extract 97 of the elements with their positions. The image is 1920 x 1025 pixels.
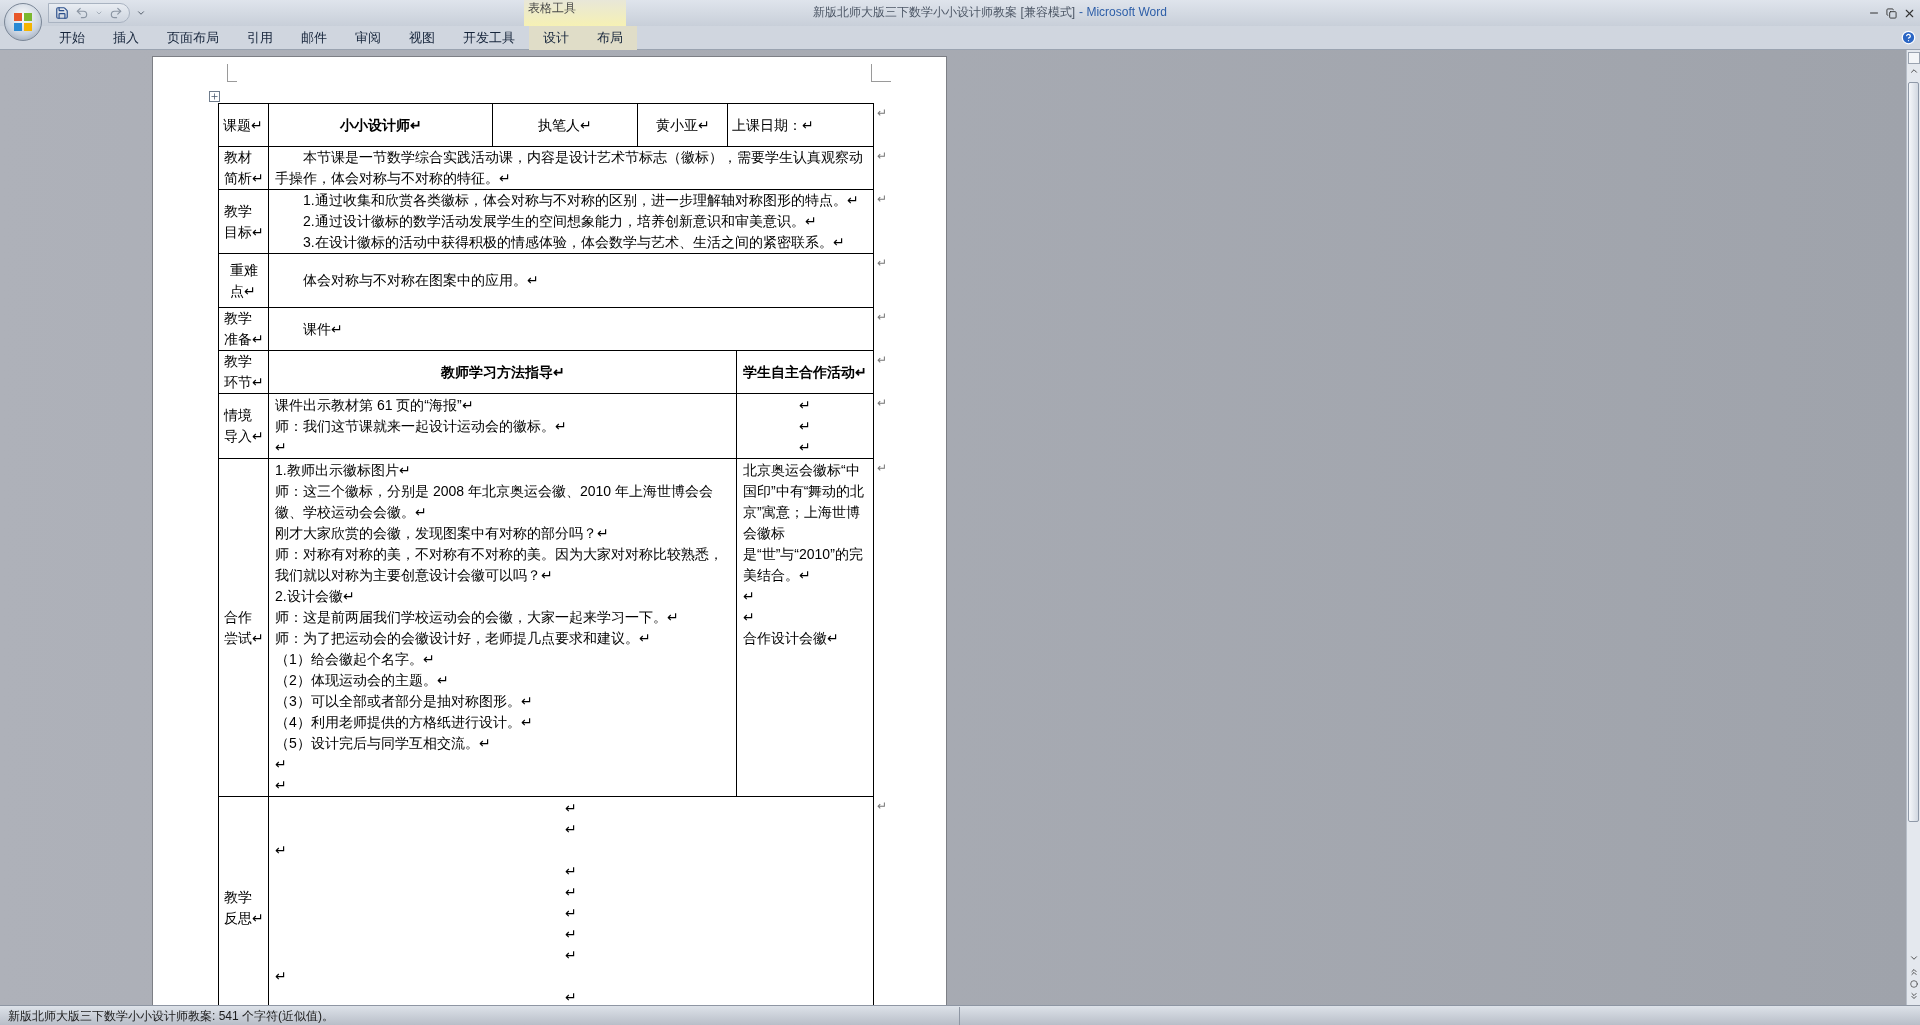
paragraph-text: 课件↵ [302,319,344,339]
paragraph-text: 体会对称与不对称在图案中的应用。↵ [302,271,540,290]
row-label: 教学 目标↵ [223,201,264,242]
row-label: 重难 点↵ [229,260,258,301]
paragraph-text: ↵ [564,862,578,881]
paragraph-text: 1.通过收集和欣赏各类徽标，体会对称与不对称的区别，进一步理解轴对称图形的特点。↵ [302,191,860,210]
paragraph-text: 合作设计会徽↵ [743,629,840,648]
paragraph-text: 1.教师出示徽标图片↵ [275,461,412,480]
row-label: 教材 简析↵ [223,148,264,188]
paragraph-text: ↵ [275,776,288,795]
end-of-row-mark: ↵ [877,148,887,165]
paragraph-text: （3）可以全部或者部分是抽对称图形。↵ [275,692,534,711]
application-name: - Microsoft Word [1079,4,1167,20]
next-page-icon[interactable] [1908,991,1919,1001]
browse-object-icon[interactable] [1909,980,1918,988]
paragraph-text: 刚才大家欣赏的会徽，发现图案中有对称的部分吗？↵ [275,524,610,543]
ruler-toggle[interactable] [1907,52,1920,64]
ribbon-tab[interactable]: 邮件 [287,25,341,50]
paragraph-text: ↵ [564,925,578,944]
ribbon-tab[interactable]: 审阅 [341,25,395,50]
paragraph-text: ↵ [798,396,812,415]
paragraph-text: 师：对称有对称的美，不对称有不对称的美。因为大家对对称比较熟悉，我们就以对称为主要创意设计会徽可以吗？↵ [275,545,724,585]
paragraph-text: （2）体现运动会的主题。↵ [275,671,450,690]
paragraph-text: ↵ [275,438,288,457]
paragraph-text: 师：这是前两届我们学校运动会的会徽，大家一起来学习一下。↵ [275,608,680,627]
end-of-row-mark: ↵ [877,105,887,122]
customize-toolbar-icon[interactable] [136,8,146,18]
paragraph-text: 教师学习方法指导↵ [439,362,566,382]
ribbon-tab[interactable]: 布局 [583,25,637,50]
end-of-row-mark: ↵ [877,255,887,272]
paragraph-text: 学生自主合作活动↵ [743,362,867,382]
caret-icon[interactable] [95,9,103,17]
ribbon-tab[interactable]: 开始 [45,25,99,50]
row-label: 情境 导入↵ [223,406,264,446]
contextual-group-label: 表格工具 [528,0,576,16]
office-logo-icon [13,12,33,32]
paragraph-text: 2.设计会徽↵ [275,587,356,606]
row-label: 教学 环节↵ [223,352,264,392]
paragraph-text: ↵ [564,820,578,839]
header-cell-text: 上课日期：↵ [732,115,814,135]
help-icon[interactable] [1901,30,1916,45]
move-icon [210,92,219,101]
paragraph-text: ↵ [798,438,812,457]
ribbon-tab[interactable]: 引用 [233,25,287,50]
header-cell-text: 课题↵ [223,115,263,135]
ribbon-tab[interactable]: 页面布局 [153,25,233,50]
paragraph-text: ↵ [743,587,756,606]
redo-icon[interactable] [109,6,123,20]
paragraph-text: 本节课是一节数学综合实践活动课，内容是设计艺术节标志（徽标），需要学生认真观察动手操作，体会对称与不对称的特征。↵ [275,148,864,188]
ribbon-tab[interactable]: 视图 [395,25,449,50]
scroll-up-icon[interactable] [1908,66,1919,76]
ribbon-tab[interactable]: 插入 [99,25,153,50]
end-of-row-mark: ↵ [877,395,887,412]
end-of-row-mark: ↵ [877,191,887,208]
undo-icon[interactable] [75,6,89,20]
table-move-handle[interactable] [209,91,220,102]
margin-corner-mark [227,64,237,82]
paragraph-text: ↵ [564,904,578,923]
previous-page-icon[interactable] [1908,967,1919,977]
window-title: 新版北师大版三下数学小小设计师教案 [兼容模式] [812,4,1076,20]
header-cell-text: 黄小亚↵ [655,115,710,135]
scroll-thumb[interactable] [1908,82,1919,822]
end-of-row-mark: ↵ [877,460,887,477]
paragraph-text: 北京奥运会徽标“中国印”中有“舞动的北京”寓意；上海世博会徽标是“世”与“2010”的完美结合。↵ [743,461,866,585]
paragraph-text: 2.通过设计徽标的数学活动发展学生的空间想象能力，培养创新意识和审美意识。↵ [302,212,818,231]
status-text: 新版北师大版三下数学小小设计师教案: 541 个字符(近似值)。 [0,1006,960,1025]
paragraph-text: ↵ [798,417,812,436]
row-label: 合作 尝试↵ [223,607,264,648]
paragraph-text: ↵ [564,988,578,1005]
paragraph-text: ↵ [275,967,288,986]
paragraph-text: ↵ [275,841,288,860]
paragraph-text: 师：这三个徽标，分别是 2008 年北京奥运会徽、2010 年上海世博会会徽、学校运动会会徽。↵ [275,482,714,522]
paragraph-text: ↵ [564,946,578,965]
paragraph-text: 师：我们这节课就来一起设计运动会的徽标。↵ [275,417,568,436]
end-of-row-mark: ↵ [877,352,887,369]
paragraph-text: （1）给会徽起个名字。↵ [275,650,436,669]
ribbon-tab[interactable]: 开发工具 [449,25,529,50]
ribbon-tab[interactable]: 设计 [529,25,583,50]
paragraph-text: （5）设计完后与同学互相交流。↵ [275,734,492,753]
paragraph-text: 师：为了把运动会的会徽设计好，老师提几点要求和建议。↵ [275,629,652,648]
paragraph-text: （4）利用老师提供的方格纸进行设计。↵ [275,713,534,732]
paragraph-text: ↵ [564,883,578,902]
end-of-row-mark: ↵ [877,798,887,815]
header-cell-text: 执笔人↵ [538,115,592,135]
paragraph-text: ↵ [275,755,288,774]
row-label: 教学 反思↵ [223,887,264,928]
restore-icon[interactable] [1886,7,1897,19]
paragraph-text: ↵ [564,799,578,818]
save-icon[interactable] [55,6,69,20]
paragraph-text: ↵ [743,608,756,627]
paragraph-text: 3.在设计徽标的活动中获得积极的情感体验，体会数学与艺术、生活之间的紧密联系。↵ [302,233,846,252]
header-cell-text: 小小设计师↵ [339,115,422,135]
row-label: 教学 准备↵ [223,309,264,349]
end-of-row-mark: ↵ [877,309,887,326]
margin-corner-mark [871,64,891,82]
paragraph-text: 课件出示教材第 61 页的“海报”↵ [275,396,475,415]
scroll-down-icon[interactable] [1908,953,1919,963]
